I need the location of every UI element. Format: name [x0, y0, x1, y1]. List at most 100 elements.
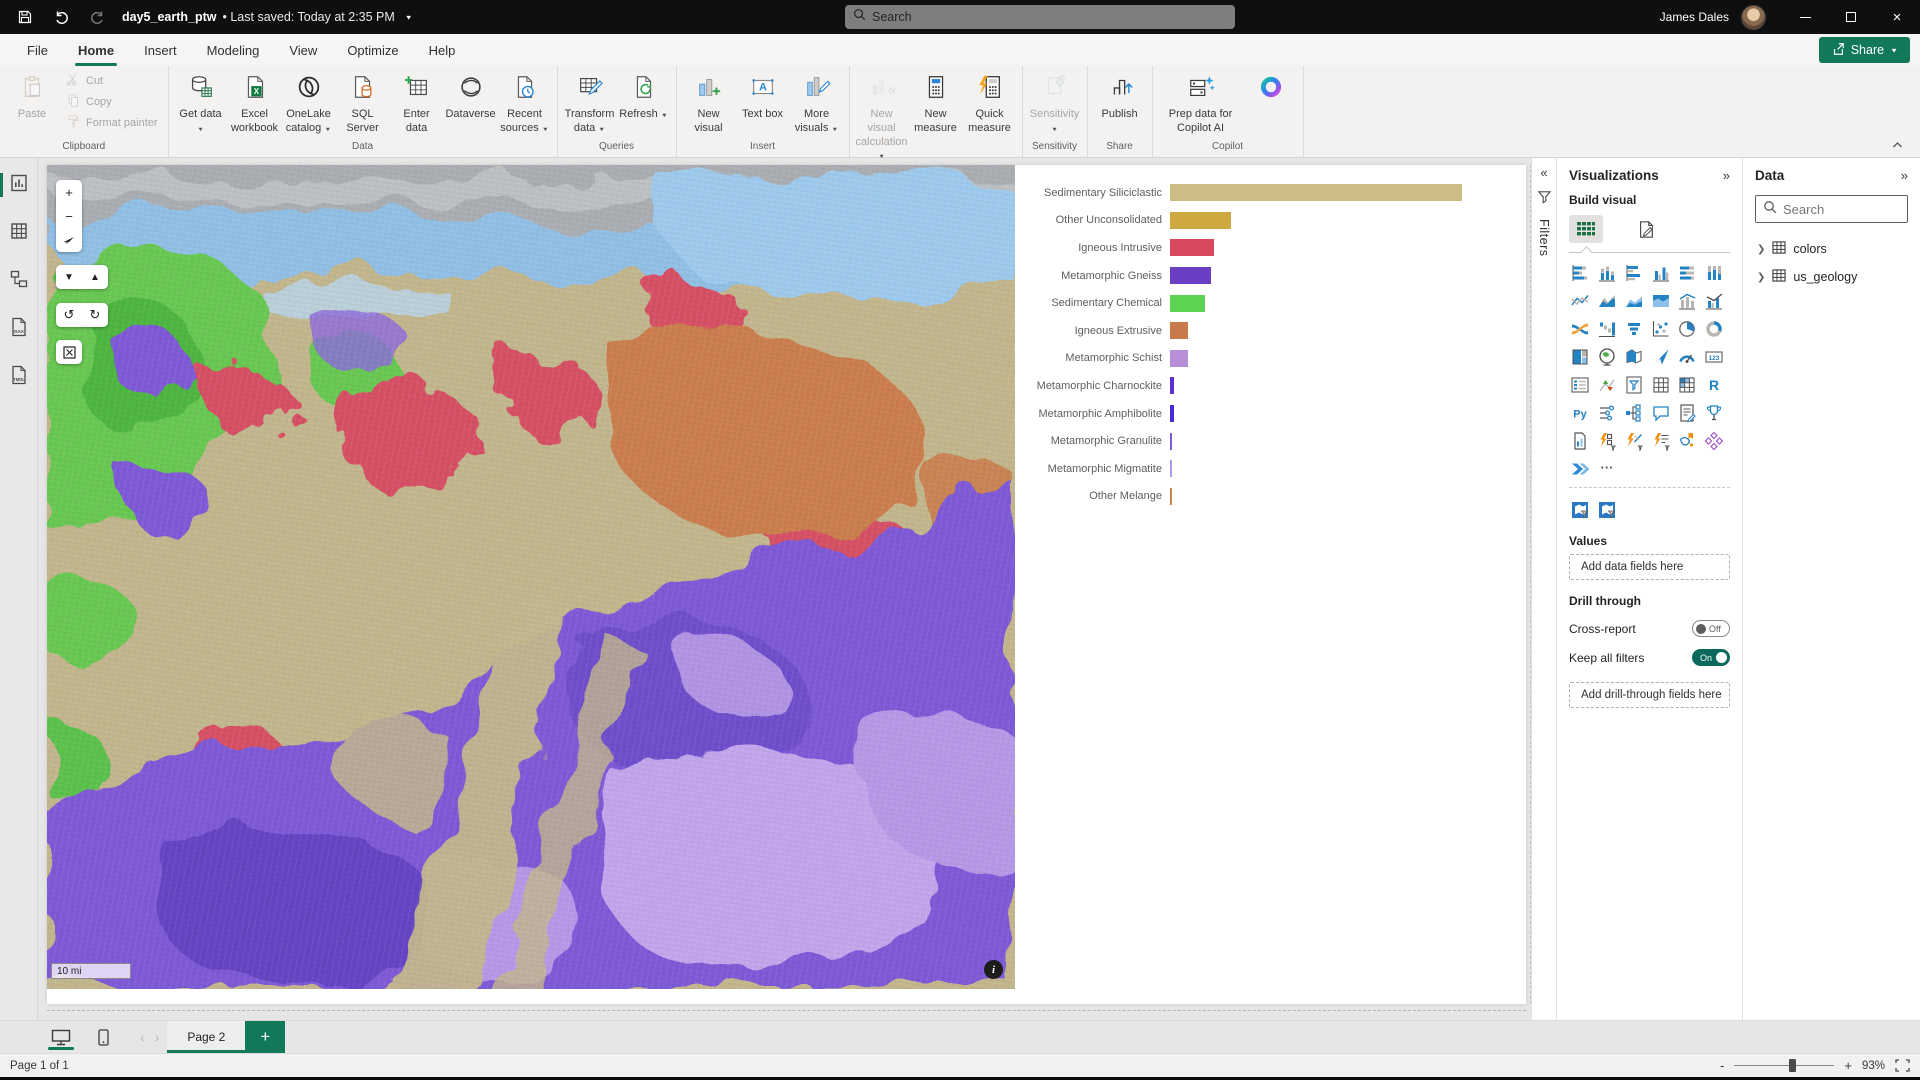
expand-filters-icon[interactable]: « — [1540, 166, 1547, 179]
bar-igneous-intrusive[interactable] — [1170, 239, 1214, 256]
visual-hundred-stacked-column-chart-icon[interactable] — [1703, 262, 1725, 283]
visual-line-and-clustered-column-chart-icon[interactable] — [1703, 290, 1725, 311]
ribbon-button-dataverse[interactable]: Dataverse — [445, 70, 497, 136]
menu-item-insert[interactable]: Insert — [129, 37, 192, 64]
collapse-visualizations-icon[interactable]: » — [1723, 169, 1730, 182]
filters-panel-title[interactable]: Filters — [1537, 219, 1551, 257]
close-button[interactable]: × — [1874, 0, 1920, 34]
sidebar-item-tmdl-view[interactable]: TMDL — [0, 364, 38, 390]
visual-line-chart-icon[interactable] — [1569, 290, 1591, 311]
bar-sedimentary-chemical[interactable] — [1170, 295, 1205, 312]
visual-r-script-visual-icon[interactable]: R — [1703, 374, 1725, 395]
visual-hundred-stacked-bar-chart-icon[interactable] — [1676, 262, 1698, 283]
ribbon-button-sql-server[interactable]: SQL Server — [337, 70, 389, 139]
visual-python-visual-icon[interactable]: Py — [1569, 402, 1591, 423]
visual-custom-map-visual-1-icon[interactable] — [1569, 499, 1591, 520]
minimize-button[interactable] — [1782, 0, 1828, 34]
visual-smart-narrative-icon[interactable] — [1676, 402, 1698, 423]
visual-lightning-grid-visual-icon[interactable] — [1596, 430, 1618, 451]
ribbon-button-new-measure[interactable]: New measure — [910, 70, 962, 139]
visual-card-icon[interactable]: 123 — [1703, 346, 1725, 367]
ribbon-button-recent-sources[interactable]: Recent sources ▼ — [499, 70, 551, 139]
add-page-button[interactable]: + — [245, 1021, 285, 1053]
share-button[interactable]: Share ▼ — [1819, 37, 1910, 63]
visual-ribbon-chart-icon[interactable] — [1569, 318, 1591, 339]
drill-through-field-well[interactable]: Add drill-through fields here — [1569, 682, 1730, 708]
menu-item-help[interactable]: Help — [414, 37, 471, 64]
rotate-right-button[interactable]: ↻ — [82, 303, 108, 327]
ribbon-button-new-visual[interactable]: New visual — [683, 70, 735, 139]
sidebar-item-report-view[interactable] — [0, 172, 38, 198]
visual-map-bookmark-visual-icon[interactable] — [1676, 430, 1698, 451]
compass-reset-icon[interactable] — [56, 228, 82, 252]
visual-matrix-icon[interactable] — [1676, 374, 1698, 395]
chevron-right-icon[interactable]: ❯ — [1757, 244, 1765, 255]
visual-get-more-visuals-icon[interactable]: ··· — [1596, 458, 1618, 479]
collapse-ribbon-icon[interactable] — [1888, 137, 1906, 153]
visual-kpi-icon[interactable] — [1596, 374, 1618, 395]
visual-lightning-list-visual-icon[interactable] — [1650, 430, 1672, 451]
sidebar-item-table-view[interactable] — [0, 220, 38, 246]
visual-hundred-stacked-area-chart-icon[interactable] — [1650, 290, 1672, 311]
visual-clustered-bar-chart-icon[interactable] — [1623, 262, 1645, 283]
bar-metamorphic-schist[interactable] — [1170, 350, 1188, 367]
report-page[interactable]: + − ▼ ▲ ↺ ↻ 10 mi — [47, 165, 1526, 1004]
ribbon-button-refresh[interactable]: Refresh ▼ — [618, 70, 670, 136]
visual-donut-chart-icon[interactable] — [1703, 318, 1725, 339]
ribbon-button-copilot[interactable] — [1245, 70, 1297, 136]
zoom-slider[interactable] — [1734, 1065, 1834, 1066]
chevron-right-icon[interactable]: ❯ — [1757, 272, 1765, 283]
ribbon-button-more-visuals[interactable]: More visuals ▼ — [791, 70, 843, 139]
visual-line-and-stacked-column-chart-icon[interactable] — [1676, 290, 1698, 311]
mobile-layout-icon[interactable] — [88, 1021, 118, 1053]
menu-item-view[interactable]: View — [274, 37, 332, 64]
save-icon[interactable] — [14, 6, 36, 28]
keep-all-filters-toggle[interactable]: On — [1692, 649, 1730, 666]
visual-slicer-icon[interactable] — [1623, 374, 1645, 395]
tilt-down-button[interactable]: ▼ — [56, 265, 82, 289]
maximize-button[interactable] — [1828, 0, 1874, 34]
bar-other-melange[interactable] — [1170, 488, 1172, 505]
page-tab[interactable]: Page 2 — [167, 1021, 245, 1053]
visual-scatter-chart-icon[interactable] — [1650, 318, 1672, 339]
geology-map-visual[interactable]: + − ▼ ▲ ↺ ↻ 10 mi — [47, 165, 1015, 989]
canvas-scroll-track-vertical[interactable] — [1530, 165, 1531, 1004]
ribbon-button-quick-measure[interactable]: Quick measure — [964, 70, 1016, 139]
ribbon-button-onelake-catalog[interactable]: OneLake catalog ▼ — [283, 70, 335, 139]
zoom-in-button[interactable]: + — [56, 180, 82, 204]
desktop-layout-icon[interactable] — [46, 1021, 76, 1053]
visual-filled-map-icon[interactable] — [1623, 346, 1645, 367]
visual-diamond-visual-icon[interactable] — [1703, 430, 1725, 451]
visual-azure-map-icon[interactable] — [1650, 346, 1672, 367]
cross-report-toggle[interactable]: Off — [1692, 620, 1730, 637]
zoom-in-icon[interactable]: + — [1844, 1059, 1852, 1072]
visual-area-chart-icon[interactable] — [1596, 290, 1618, 311]
visual-multi-row-card-icon[interactable] — [1569, 374, 1591, 395]
bar-other-unconsolidated[interactable] — [1170, 212, 1231, 229]
visual-power-automate-icon[interactable] — [1569, 458, 1591, 479]
visual-stacked-area-chart-icon[interactable] — [1623, 290, 1645, 311]
zoom-slider-handle[interactable] — [1789, 1059, 1796, 1072]
tab-build-visual[interactable] — [1569, 215, 1603, 243]
bar-metamorphic-amphibolite[interactable] — [1170, 405, 1174, 422]
visual-paginated-report-icon[interactable] — [1569, 430, 1591, 451]
table-item-colors[interactable]: ❯colors — [1755, 237, 1908, 261]
zoom-out-icon[interactable]: - — [1720, 1059, 1724, 1072]
bar-sedimentary-siliciclastic[interactable] — [1170, 184, 1462, 201]
visual-key-influencers-icon[interactable] — [1596, 402, 1618, 423]
visual-metrics-icon[interactable] — [1703, 402, 1725, 423]
collapse-data-icon[interactable]: » — [1901, 169, 1908, 182]
document-title[interactable]: day5_earth_ptw • Last saved: Today at 2:… — [122, 10, 413, 24]
sidebar-item-dax-query-view[interactable]: DAX — [0, 316, 38, 342]
visual-stacked-bar-chart-icon[interactable] — [1569, 262, 1591, 283]
visual-pie-chart-icon[interactable] — [1676, 318, 1698, 339]
bar-igneous-extrusive[interactable] — [1170, 322, 1188, 339]
table-item-us_geology[interactable]: ❯us_geology — [1755, 265, 1908, 289]
avatar[interactable] — [1741, 5, 1766, 30]
menu-item-modeling[interactable]: Modeling — [192, 37, 275, 64]
visual-clustered-column-chart-icon[interactable] — [1650, 262, 1672, 283]
undo-icon[interactable] — [50, 6, 72, 28]
visual-map-icon[interactable] — [1596, 346, 1618, 367]
ribbon-button-get-data[interactable]: Get data ▼ — [175, 70, 227, 139]
ribbon-button-excel-workbook[interactable]: XExcel workbook — [229, 70, 281, 139]
